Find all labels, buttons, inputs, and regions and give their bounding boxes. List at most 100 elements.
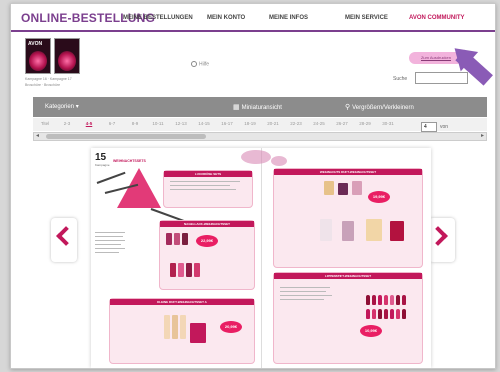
text-line (95, 248, 125, 249)
brochure-spread: 15 Kampagne WEIHNACHTSSETS LUXURIÖSE SET… (91, 148, 431, 368)
page-link[interactable]: 20-21 (263, 121, 283, 126)
product-image (352, 181, 362, 195)
help-label: Hilfe (199, 61, 210, 68)
nail-polish-panel: NAGELLACK-WEIHNACHTSSET 22,99€ (159, 220, 255, 290)
page-link[interactable]: 18-19 (240, 121, 260, 126)
brochure-thumb-1[interactable]: AVON (25, 38, 51, 74)
page-link[interactable]: 8-9 (125, 121, 145, 126)
product-image (186, 263, 192, 277)
product-image (164, 315, 170, 339)
thumbnail-view-button[interactable]: ▦ Miniaturansicht (233, 103, 282, 111)
viewer-toolbar: Kategorien ▾ ▦ Miniaturansicht ⚲ Vergrößer… (33, 97, 487, 117)
product-image (172, 315, 178, 339)
page-number-input[interactable]: 4 (421, 122, 437, 132)
page-link[interactable]: 28-29 (355, 121, 375, 126)
page-link[interactable]: 24-25 (309, 121, 329, 126)
text-line (170, 189, 236, 190)
product-image (384, 309, 388, 319)
product-image (402, 295, 406, 305)
nav-avon-community[interactable]: AVON COMMUNITY (409, 15, 465, 21)
sparkle-decoration (271, 156, 287, 166)
brochure-caption: Kampagne 16 · Kampagne 17 (25, 77, 72, 81)
spread-headline: WEIHNACHTSSETS (113, 159, 146, 163)
chevron-down-icon: ▾ (75, 104, 79, 110)
brochure-cover-art (58, 51, 76, 71)
brochure-thumb-2[interactable] (54, 38, 80, 74)
page-link[interactable]: 12-13 (171, 121, 191, 126)
text-line (280, 295, 332, 296)
text-line (95, 232, 125, 233)
price-badge: 22,99€ (196, 235, 218, 247)
sparkle-decoration (241, 150, 271, 164)
page-link[interactable]: Titel (35, 121, 55, 126)
nav-my-info[interactable]: MEINE INFOS (269, 15, 308, 21)
product-image (194, 263, 200, 277)
chevron-left-icon (56, 226, 76, 246)
product-image (338, 183, 348, 195)
product-image (342, 221, 354, 241)
price-badge: 10,99€ (360, 325, 382, 337)
product-image (320, 219, 332, 241)
page-link[interactable]: 14-15 (194, 121, 214, 126)
page-link-active[interactable]: 4-5 (79, 121, 99, 126)
brochure-caption: Broschüre · Broschüre (25, 83, 61, 87)
product-image (324, 181, 334, 195)
page-link[interactable]: 26-27 (332, 121, 352, 126)
page-selector: Titel 2-3 4-5 6-7 8-9 10-11 12-13 14-15 … (33, 118, 487, 131)
product-image (372, 295, 376, 305)
text-line (170, 185, 230, 186)
zoom-label: Vergrößern/Verkleinern (352, 105, 414, 111)
zoom-button[interactable]: ⚲ Vergrößern/Verkleinern (345, 103, 414, 111)
product-image (390, 221, 404, 241)
product-image (182, 233, 188, 245)
product-image (384, 295, 388, 305)
lipstick-panel: LIPPENSTIFT-WEIHNACHTSSET 10,99€ (273, 272, 423, 364)
page-number: 15 (95, 152, 107, 163)
product-image (366, 295, 370, 305)
nav-my-account[interactable]: MEIN KONTO (207, 15, 245, 21)
promo-panel: LUXURIÖSE SETS (163, 170, 253, 208)
fragrance-panel-a: KLEINE DUFT-WEIHNACHTSSET A 20,99€ (109, 298, 255, 364)
text-line (95, 252, 119, 253)
previous-page-button[interactable] (51, 218, 77, 262)
product-image (170, 263, 176, 277)
product-image (396, 295, 400, 305)
product-image (378, 295, 382, 305)
page-link[interactable]: 30-31 (378, 121, 398, 126)
product-image (180, 315, 186, 339)
scrollbar-thumb[interactable] (46, 134, 206, 139)
product-image (372, 309, 376, 319)
panel-title: LUXURIÖSE SETS (164, 171, 252, 177)
page-link[interactable]: 10-11 (148, 121, 168, 126)
top-navigation: ONLINE-BESTELLUNG MEINE BESTELLUNGEN MEI… (11, 4, 495, 32)
chevron-right-icon (428, 226, 448, 246)
page-scrollbar[interactable]: ◂ ▸ (33, 132, 487, 141)
categories-dropdown[interactable]: Kategorien ▾ (45, 103, 79, 110)
product-image (178, 263, 184, 277)
page-link[interactable]: 22-23 (286, 121, 306, 126)
nav-my-service[interactable]: MEIN SERVICE (345, 15, 388, 21)
brochure-logo: AVON (28, 41, 43, 47)
scroll-left-icon[interactable]: ◂ (36, 132, 39, 139)
page-link[interactable]: 16-17 (217, 121, 237, 126)
thumbnail-view-label: Miniaturansicht (241, 105, 282, 111)
text-line (280, 299, 324, 300)
page-link[interactable]: 2-3 (57, 121, 77, 126)
magnifier-icon: ⚲ (345, 104, 351, 111)
text-line (95, 240, 125, 241)
browser-frame: ONLINE-BESTELLUNG MEINE BESTELLUNGEN MEI… (10, 3, 496, 369)
help-link[interactable]: Hilfe (191, 61, 209, 67)
text-line (95, 244, 121, 245)
page-total-label: von (440, 124, 449, 130)
panel-title: NAGELLACK-WEIHNACHTSSET (160, 221, 254, 227)
price-badge: 20,99€ (220, 321, 242, 333)
fragrance-panel-b: WEIHNACHTS DUFT-WEIHNACHTSSET 19,99€ (273, 168, 423, 268)
page-link[interactable]: 6-7 (102, 121, 122, 126)
product-image (190, 323, 206, 343)
search-input[interactable] (415, 72, 468, 84)
next-page-button[interactable] (428, 218, 455, 262)
scroll-right-icon[interactable]: ▸ (481, 132, 484, 139)
product-image (366, 309, 370, 319)
nav-my-orders[interactable]: MEINE BESTELLUNGEN (123, 15, 193, 21)
text-line (170, 181, 240, 182)
